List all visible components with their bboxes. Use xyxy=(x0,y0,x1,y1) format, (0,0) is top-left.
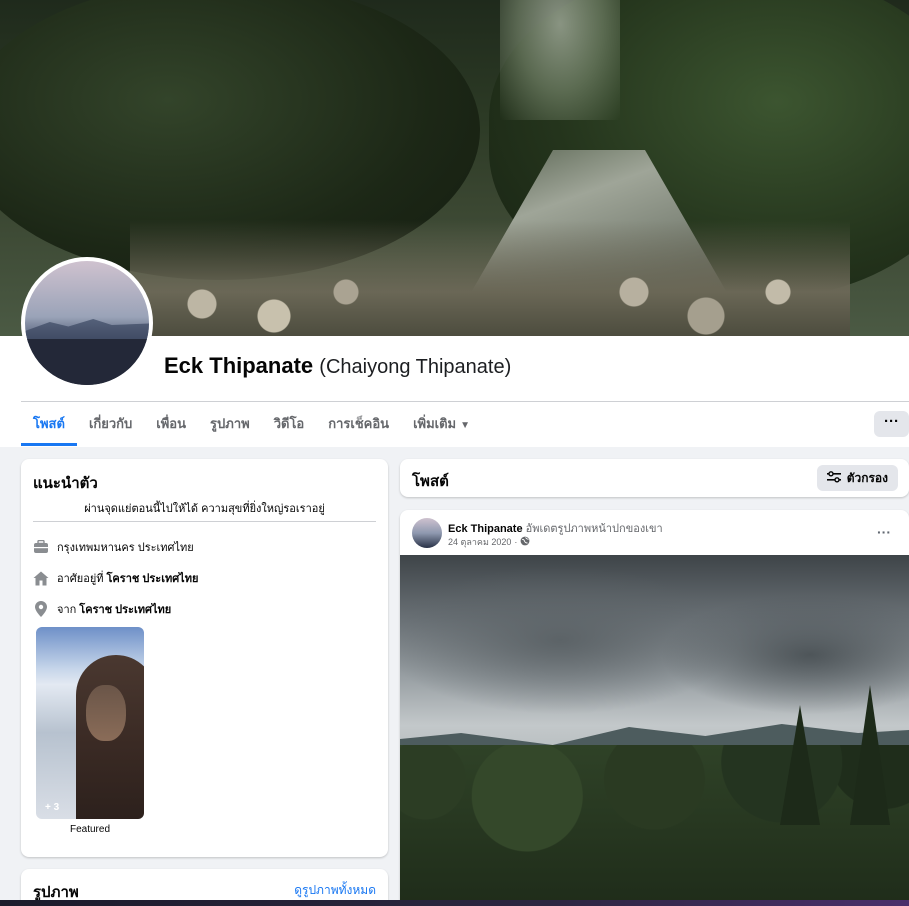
intro-lives-row: อาศัยอยู่ที่ โคราช ประเทศไทย xyxy=(33,569,198,587)
tab-videos[interactable]: วิดีโอ xyxy=(262,402,317,446)
post-author-avatar[interactable] xyxy=(412,518,442,548)
profile-name-row: Eck Thipanate (Chaiyong Thipanate) xyxy=(164,353,511,379)
briefcase-icon xyxy=(33,539,49,555)
profile-alt-name: (Chaiyong Thipanate) xyxy=(319,356,512,378)
intro-bio: ผ่านจุดแย่ตอนนี้ไปให้ได้ ความสุขที่ยิ่งใ… xyxy=(84,503,325,515)
tab-friends-label: เพื่อน xyxy=(156,416,187,431)
location-pin-icon xyxy=(33,601,49,617)
intro-work-row: กรุงเทพมหานคร ประเทศไทย xyxy=(33,538,194,556)
tab-about[interactable]: เกี่ยวกับ xyxy=(77,402,144,446)
tab-photos-label: รูปภาพ xyxy=(210,416,250,431)
tab-more-label: เพิ่มเติม xyxy=(413,416,457,431)
profile-more-button[interactable]: ··· xyxy=(874,411,909,437)
profile-tabs: โพสต์ เกี่ยวกับ เพื่อน รูปภาพ วิดีโอ การ… xyxy=(21,402,482,446)
globe-icon xyxy=(520,536,530,548)
posts-title: โพสต์ xyxy=(412,473,449,490)
tab-checkins-label: การเช็คอิน xyxy=(328,416,390,431)
intro-from-row: จาก โคราช ประเทศไทย xyxy=(33,600,171,618)
see-all-photos-link[interactable]: ดูรูปภาพทั้งหมด xyxy=(294,881,376,900)
featured-person-face xyxy=(86,685,126,741)
tab-checkins[interactable]: การเช็คอิน xyxy=(316,402,401,446)
profile-avatar[interactable] xyxy=(21,257,153,389)
tab-posts[interactable]: โพสต์ xyxy=(21,402,77,446)
filter-label: ตัวกรอง xyxy=(846,470,888,485)
featured-label: Featured xyxy=(69,824,111,835)
filter-button[interactable]: ตัวกรอง xyxy=(816,465,898,491)
intro-work-text: กรุงเทพมหานคร ประเทศไทย xyxy=(57,542,194,554)
intro-from-place[interactable]: โคราช ประเทศไทย xyxy=(79,600,171,618)
post-date[interactable]: 24 ตุลาคม 2020 xyxy=(448,535,511,549)
caret-down-icon: ▼ xyxy=(460,420,471,431)
cover-sky xyxy=(500,0,620,120)
post-photo[interactable] xyxy=(400,555,909,906)
cover-rocks xyxy=(130,220,850,336)
post-action-text: อัพเดตรูปภาพหน้าปกของเขา xyxy=(525,523,663,535)
tab-photos[interactable]: รูปภาพ xyxy=(198,402,262,446)
intro-from-prefix: จาก xyxy=(57,604,77,616)
tab-friends[interactable]: เพื่อน xyxy=(144,402,198,446)
post-author-name[interactable]: Eck Thipanate xyxy=(448,523,523,535)
intro-card: แนะนำตัว ผ่านจุดแย่ตอนนี้ไปให้ได้ ความสุ… xyxy=(21,459,388,857)
tab-about-label: เกี่ยวกับ xyxy=(88,416,133,431)
profile-name: Eck Thipanate xyxy=(164,353,314,378)
filter-sliders-icon xyxy=(826,470,841,486)
intro-lives-place[interactable]: โคราช ประเทศไทย xyxy=(107,569,199,587)
post-meta-separator: · xyxy=(514,537,518,547)
tab-more[interactable]: เพิ่มเติม ▼ xyxy=(401,402,482,446)
post-options-button[interactable]: ··· xyxy=(877,524,891,540)
post-meta: 24 ตุลาคม 2020 · xyxy=(448,535,530,549)
intro-title: แนะนำตัว xyxy=(33,475,98,492)
featured-collection[interactable]: + 3 xyxy=(36,627,144,819)
tab-videos-label: วิดีโอ xyxy=(273,416,305,431)
home-icon xyxy=(33,570,49,586)
photo-trees xyxy=(400,745,909,906)
featured-count-badge: + 3 xyxy=(45,802,60,813)
intro-lives-prefix: อาศัยอยู่ที่ xyxy=(57,573,104,585)
avatar-road xyxy=(25,339,149,385)
post-card: Eck Thipanate อัพเดตรูปภาพหน้าปกของเขา 2… xyxy=(400,510,909,906)
intro-separator xyxy=(33,521,376,522)
posts-header-card: โพสต์ ตัวกรอง xyxy=(400,459,909,497)
os-taskbar xyxy=(0,900,909,906)
tab-posts-label: โพสต์ xyxy=(33,416,65,431)
